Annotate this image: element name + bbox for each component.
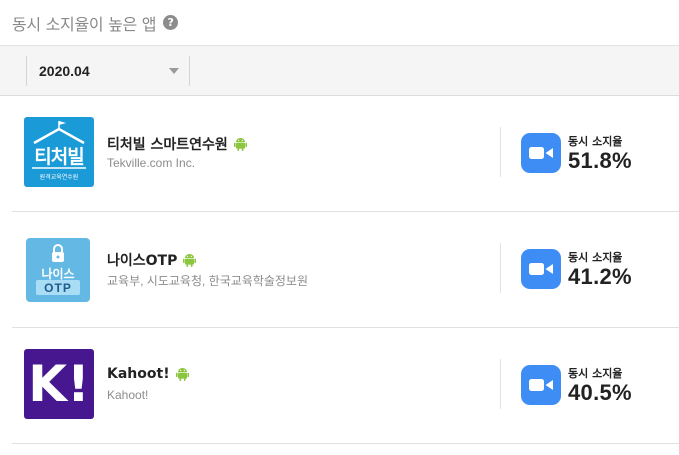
zoom-video-camera-icon[interactable] [521,133,561,173]
app-name-line: Kahoot! [107,366,189,382]
app-name-line: 나이스OTP [107,250,197,270]
neis-otp-app-icon[interactable]: 나이스 OTP [26,238,90,302]
period-value: 2020.04 [39,63,90,79]
period-dropdown[interactable]: 2020.04 [27,56,189,86]
android-icon [233,138,247,151]
app-icon-text: 티처빌 [34,146,84,168]
android-icon [175,368,189,381]
app-icon-subtext: 원격교육연수원 [39,174,79,181]
app-name[interactable]: 나이스OTP [107,250,177,270]
app-name[interactable]: 티처빌 스마트연수원 [107,134,228,154]
divider [189,56,190,86]
tekville-app-icon[interactable]: 티처빌 원격교육연수원 [24,117,94,187]
list-item[interactable]: 나이스 OTP 나이스OTP 교육부, 시도교육청, 한국교육학술정보원 동시 … [12,212,679,328]
app-icon-text: 나이스 [41,267,75,281]
android-icon [183,254,197,267]
video-camera-icon [529,379,553,391]
divider [500,243,501,293]
app-icon-subtext: OTP [44,281,72,295]
metric-value: 51.8% [568,148,632,173]
zoom-video-camera-icon[interactable] [521,365,561,405]
question-circle-icon[interactable]: ? [163,15,179,30]
filter-bar: 2020.04 [0,46,679,96]
app-developer: Kahoot! [107,388,149,402]
app-name-line: 티처빌 스마트연수원 [107,134,247,154]
list-item[interactable]: K! Kahoot! Kahoot! 동시 소지율 40.5% [12,328,679,444]
page-title: 동시 소지율이 높은 앱 [12,14,157,34]
app-list: 티처빌 원격교육연수원 티처빌 스마트연수원 Tekville.com Inc. [0,96,679,444]
divider [500,127,501,177]
list-item[interactable]: 티처빌 원격교육연수원 티처빌 스마트연수원 Tekville.com Inc. [12,96,679,212]
page-header: 동시 소지율이 높은 앱 ? [0,0,679,46]
metric-value: 41.2% [568,264,632,289]
kahoot-app-icon[interactable]: K! [24,349,94,419]
metric-label: 동시 소지율 [568,367,623,380]
app-developer: 교육부, 시도교육청, 한국교육학술정보원 [107,274,309,288]
metric-label: 동시 소지율 [568,251,623,264]
video-camera-icon [529,263,553,275]
divider [500,359,501,409]
metric-label: 동시 소지율 [568,135,623,148]
zoom-video-camera-icon[interactable] [521,249,561,289]
metric-value: 40.5% [568,380,632,405]
caret-down-icon [169,68,179,74]
app-icon-text: K! [28,355,90,413]
app-name[interactable]: Kahoot! [107,366,170,382]
video-camera-icon [529,147,553,159]
app-developer: Tekville.com Inc. [107,156,196,170]
